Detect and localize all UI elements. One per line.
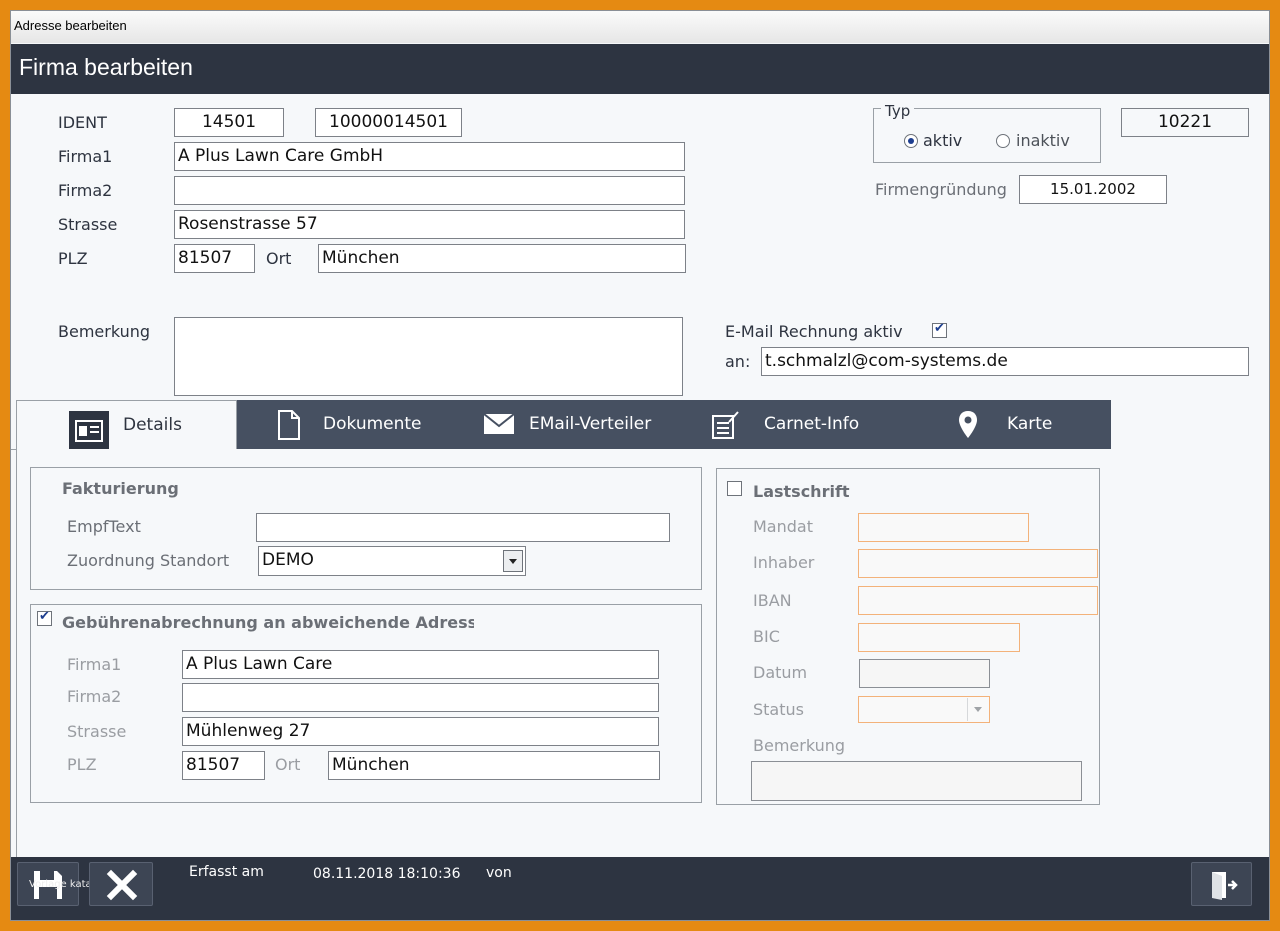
status-dropdown-button[interactable] <box>967 698 988 721</box>
notepad-icon <box>711 410 743 440</box>
mandat-label: Mandat <box>753 517 813 536</box>
standort-label: Zuordnung Standort <box>67 551 230 570</box>
gebuehren-checkbox[interactable] <box>37 609 52 626</box>
strasse-input[interactable]: Rosenstrasse 57 <box>174 210 685 239</box>
radio-inaktiv-label: inaktiv <box>1016 131 1070 150</box>
firma2-label: Firma2 <box>58 181 113 200</box>
standort-dropdown-button[interactable] <box>503 550 523 572</box>
bemerkung-textarea[interactable] <box>174 317 683 396</box>
geb-strasse-label: Strasse <box>67 722 127 741</box>
page-title: Firma bearbeiten <box>19 54 193 80</box>
chevron-down-icon <box>974 707 982 712</box>
id-card-icon <box>69 411 109 451</box>
iban-input[interactable] <box>858 586 1098 615</box>
standort-value: DEMO <box>262 550 314 570</box>
footer-bar: Vorlage katalog Erfasst am 08.11.2018 18… <box>11 857 1269 920</box>
tab-details[interactable]: Details <box>16 400 237 451</box>
lastschrift-checkbox[interactable] <box>727 481 742 496</box>
email-rechnung-label: E-Mail Rechnung aktiv <box>725 322 903 341</box>
erfasst-value: 08.11.2018 18:10:36 <box>313 866 461 882</box>
radio-aktiv-label: aktiv <box>923 131 963 150</box>
close-icon <box>106 869 138 901</box>
inhaber-input[interactable] <box>858 549 1098 578</box>
email-rechnung-checkbox[interactable] <box>932 321 947 338</box>
geb-firma2-input[interactable] <box>182 683 659 712</box>
empftext-label: EmpfText <box>67 517 141 536</box>
gebuehren-title: Gebührenabrechnung an abweichende Adress… <box>62 613 474 632</box>
von-label: von <box>486 865 512 881</box>
erfasst-label: Erfasst am <box>189 864 264 880</box>
iban-label: IBAN <box>753 591 792 610</box>
typ-legend: Typ <box>881 102 915 120</box>
geb-ort-label: Ort <box>275 755 301 774</box>
email-an-label: an: <box>725 352 751 371</box>
ls-bemerkung-label: Bemerkung <box>753 736 846 755</box>
bemerkung-label: Bemerkung <box>58 322 151 341</box>
exit-button[interactable] <box>1191 862 1252 906</box>
tab-karte-label: Karte <box>1007 414 1053 434</box>
tab-karte[interactable]: Karte <box>891 400 1111 450</box>
geb-strasse-input[interactable]: Mühlenweg 27 <box>182 717 659 746</box>
tab-carnet-info[interactable]: Carnet-Info <box>673 400 891 450</box>
document-icon <box>275 410 307 440</box>
chevron-down-icon <box>509 559 517 564</box>
window-title: Adresse bearbeiten <box>14 18 127 33</box>
radio-inaktiv[interactable] <box>996 134 1010 148</box>
radio-aktiv[interactable] <box>904 134 918 148</box>
map-pin-icon <box>957 410 989 440</box>
firma1-label: Firma1 <box>58 147 113 166</box>
ort-label: Ort <box>266 249 292 268</box>
email-an-input[interactable]: t.schmalzl@com-systems.de <box>761 347 1249 376</box>
envelope-icon <box>483 410 515 440</box>
tab-dokumente-label: Dokumente <box>323 414 422 434</box>
lastschrift-title: Lastschrift <box>753 482 850 501</box>
empftext-input[interactable] <box>256 513 670 542</box>
status-label: Status <box>753 700 804 719</box>
tab-details-label: Details <box>123 415 182 435</box>
geb-firma1-label: Firma1 <box>67 655 122 674</box>
typ-number-field: 10221 <box>1121 108 1249 137</box>
geb-firma2-label: Firma2 <box>67 687 122 706</box>
page-header: Firma bearbeiten <box>11 44 1269 94</box>
ident-number-input[interactable]: 10000014501 <box>315 108 462 137</box>
datum-label: Datum <box>753 663 808 682</box>
cancel-button[interactable] <box>89 862 153 906</box>
bic-label: BIC <box>753 627 780 646</box>
datum-input[interactable] <box>859 659 990 688</box>
gruendung-input[interactable]: 15.01.2002 <box>1019 175 1167 204</box>
tab-email-verteiler-label: EMail-Verteiler <box>529 414 652 434</box>
save-button[interactable]: Vorlage katalog <box>17 862 107 906</box>
geb-plz-input[interactable]: 81507 <box>182 751 265 780</box>
ort-input[interactable]: München <box>318 244 686 273</box>
geb-firma1-input[interactable]: A Plus Lawn Care <box>182 650 659 679</box>
title-bar[interactable]: Adresse bearbeiten <box>11 11 1269 43</box>
ls-bemerkung-textarea[interactable] <box>751 761 1082 801</box>
standort-select[interactable]: DEMO <box>258 546 526 576</box>
plz-input[interactable]: 81507 <box>174 244 255 273</box>
firma2-input[interactable] <box>174 176 685 205</box>
tab-dokumente[interactable]: Dokumente <box>237 400 455 450</box>
geb-plz-label: PLZ <box>67 755 97 774</box>
geb-ort-input[interactable]: München <box>328 751 660 780</box>
fakturierung-title: Fakturierung <box>62 479 179 498</box>
strasse-label: Strasse <box>58 215 118 234</box>
mandat-input[interactable] <box>858 513 1029 542</box>
edit-address-window: Adresse bearbeiten Firma bearbeiten IDEN… <box>10 10 1270 921</box>
tab-email-verteiler[interactable]: EMail-Verteiler <box>455 400 673 450</box>
plz-label: PLZ <box>58 249 88 268</box>
ident-label: IDENT <box>58 113 107 132</box>
ident-input[interactable]: 14501 <box>174 108 284 137</box>
firma1-input[interactable]: A Plus Lawn Care GmbH <box>174 142 685 171</box>
exit-door-icon <box>1212 872 1238 900</box>
tab-carnet-info-label: Carnet-Info <box>764 414 860 434</box>
bic-input[interactable] <box>858 623 1020 652</box>
gruendung-label: Firmengründung <box>875 180 1007 199</box>
inhaber-label: Inhaber <box>753 553 815 572</box>
